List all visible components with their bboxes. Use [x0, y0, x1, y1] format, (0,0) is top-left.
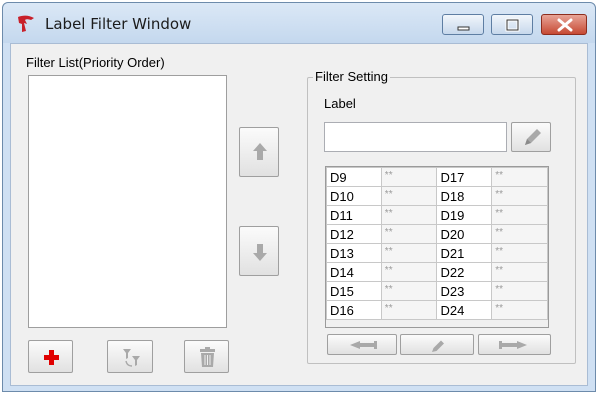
arrow-right-icon: [499, 341, 527, 349]
table-row: D14 ** D22 **: [326, 262, 548, 282]
device-name-cell[interactable]: D24: [436, 300, 493, 320]
device-value-cell[interactable]: **: [380, 300, 438, 320]
maximize-icon: [505, 18, 520, 32]
dialog-body: Filter List(Priority Order) Filter Setti…: [10, 43, 588, 386]
table-row: D16 ** D24 **: [326, 300, 548, 320]
device-value-cell[interactable]: **: [380, 205, 438, 225]
plus-icon: [44, 350, 59, 365]
maximize-button[interactable]: [491, 14, 533, 35]
delete-filter-button[interactable]: [184, 340, 229, 373]
filter-setting-title: Filter Setting: [313, 69, 390, 84]
device-value-cell[interactable]: **: [491, 167, 548, 187]
device-value-cell[interactable]: **: [380, 167, 438, 187]
table-row: D12 ** D20 **: [326, 224, 548, 244]
edit-filter-button[interactable]: [107, 340, 153, 373]
device-value-cell[interactable]: **: [491, 300, 548, 320]
add-filter-button[interactable]: [28, 340, 73, 373]
device-value-cell[interactable]: **: [380, 262, 438, 282]
device-value-cell[interactable]: **: [380, 224, 438, 244]
device-name-cell[interactable]: D22: [436, 262, 493, 282]
device-grid[interactable]: D9 ** D17 ** D10 ** D18 ** D11 ** D19 ** D12 ** D20…: [325, 166, 549, 328]
device-name-cell[interactable]: D15: [326, 281, 382, 301]
device-name-cell[interactable]: D9: [326, 167, 382, 187]
device-name-cell[interactable]: D23: [436, 281, 493, 301]
table-row: D11 ** D19 **: [326, 205, 548, 225]
pencil-icon: [432, 340, 444, 352]
device-value-cell[interactable]: **: [491, 186, 548, 206]
window-title: Label Filter Window: [45, 15, 192, 33]
minimize-icon: [457, 26, 470, 31]
trash-icon: [200, 347, 215, 367]
filter-list-label: Filter List(Priority Order): [26, 55, 165, 70]
label-caption: Label: [324, 96, 356, 111]
device-value-cell[interactable]: **: [491, 281, 548, 301]
close-button[interactable]: [541, 14, 587, 35]
label-filter-window: Label Filter Window Filter List(Priority…: [2, 2, 596, 392]
device-name-cell[interactable]: D20: [436, 224, 493, 244]
pencil-icon: [525, 129, 541, 145]
arrow-left-icon: [350, 341, 377, 349]
device-value-cell[interactable]: **: [380, 281, 438, 301]
filter-list[interactable]: [28, 75, 227, 328]
table-row: D10 ** D18 **: [326, 186, 548, 206]
edit-label-button[interactable]: [511, 122, 551, 152]
title-bar[interactable]: Label Filter Window: [3, 3, 595, 43]
table-row: D13 ** D21 **: [326, 243, 548, 263]
minimize-button[interactable]: [442, 14, 484, 35]
move-up-button[interactable]: [239, 127, 279, 177]
device-name-cell[interactable]: D17: [436, 167, 493, 187]
scroll-right-button[interactable]: [478, 334, 551, 355]
filter-icon: [123, 349, 140, 367]
label-input[interactable]: [324, 122, 507, 152]
move-down-button[interactable]: [239, 226, 279, 276]
scroll-left-button[interactable]: [327, 334, 397, 355]
app-logo-icon: [18, 15, 34, 32]
close-icon: [557, 18, 573, 32]
device-value-cell[interactable]: **: [380, 243, 438, 263]
device-value-cell[interactable]: **: [491, 262, 548, 282]
device-name-cell[interactable]: D12: [326, 224, 382, 244]
edit-cell-button[interactable]: [400, 334, 474, 355]
device-name-cell[interactable]: D18: [436, 186, 493, 206]
device-value-cell[interactable]: **: [491, 224, 548, 244]
device-name-cell[interactable]: D13: [326, 243, 382, 263]
device-name-cell[interactable]: D10: [326, 186, 382, 206]
device-value-cell[interactable]: **: [491, 243, 548, 263]
device-name-cell[interactable]: D16: [326, 300, 382, 320]
arrow-down-icon: [253, 244, 267, 261]
device-value-cell[interactable]: **: [380, 186, 438, 206]
device-name-cell[interactable]: D14: [326, 262, 382, 282]
table-row: D9 ** D17 **: [326, 167, 548, 187]
device-name-cell[interactable]: D19: [436, 205, 493, 225]
arrow-up-icon: [253, 143, 267, 160]
table-row: D15 ** D23 **: [326, 281, 548, 301]
device-name-cell[interactable]: D21: [436, 243, 493, 263]
device-value-cell[interactable]: **: [491, 205, 548, 225]
device-name-cell[interactable]: D11: [326, 205, 382, 225]
